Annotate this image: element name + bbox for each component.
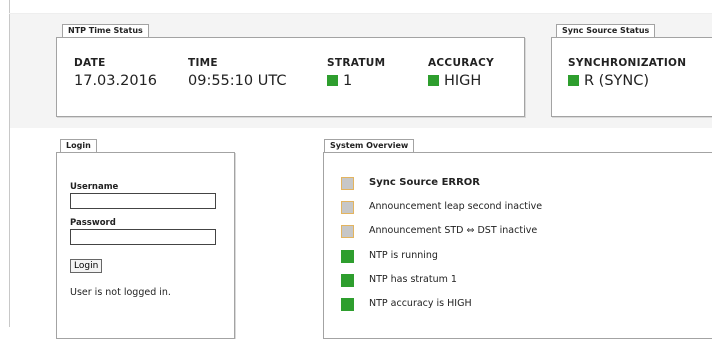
time-value: 09:55:10 UTC [188, 73, 287, 89]
stratum-value-wrap: 1 [327, 73, 352, 89]
accuracy-value: HIGH [444, 73, 482, 89]
login-tab: Login [60, 139, 97, 152]
stratum-value: 1 [343, 73, 353, 89]
synchronization-label: SYNCHRONIZATION [568, 57, 687, 69]
password-input[interactable] [70, 229, 216, 245]
accuracy-label: ACCURACY [428, 57, 494, 69]
login-panel [56, 152, 235, 339]
time-label: TIME [188, 57, 218, 69]
sync-status-indicator [568, 75, 579, 86]
accuracy-value-wrap: HIGH [428, 73, 481, 89]
ntp-stratum-indicator [341, 274, 354, 287]
stratum-label: STRATUM [327, 57, 386, 69]
overview-item-text: NTP has stratum 1 [369, 274, 457, 285]
stratum-status-indicator [327, 75, 338, 86]
overview-item-text: Announcement STD ⇔ DST inactive [369, 225, 538, 236]
date-value: 17.03.2016 [74, 73, 158, 89]
accuracy-status-indicator [428, 75, 439, 86]
std-dst-indicator [341, 225, 354, 238]
overview-item-text: Announcement leap second inactive [369, 201, 543, 212]
overview-item-text: NTP accuracy is HIGH [369, 298, 472, 309]
username-label: Username [70, 182, 119, 192]
password-label: Password [70, 218, 116, 228]
overview-item-text: NTP is running [369, 250, 438, 261]
synchronization-value-wrap: R (SYNC) [568, 73, 649, 89]
ntp-accuracy-indicator [341, 298, 354, 311]
login-button[interactable]: Login [70, 259, 103, 273]
login-status-text: User is not logged in. [70, 287, 171, 298]
leap-second-indicator [341, 201, 354, 214]
ntp-running-indicator [341, 250, 354, 263]
sync-source-status-tab: Sync Source Status [556, 24, 656, 37]
overview-item-text: Sync Source ERROR [369, 177, 480, 188]
date-label: DATE [74, 57, 106, 69]
system-overview-tab: System Overview [324, 139, 415, 152]
synchronization-value: R (SYNC) [584, 73, 650, 89]
ntp-time-status-tab: NTP Time Status [62, 24, 149, 37]
sync-source-indicator [341, 177, 354, 190]
username-input[interactable] [70, 193, 216, 209]
